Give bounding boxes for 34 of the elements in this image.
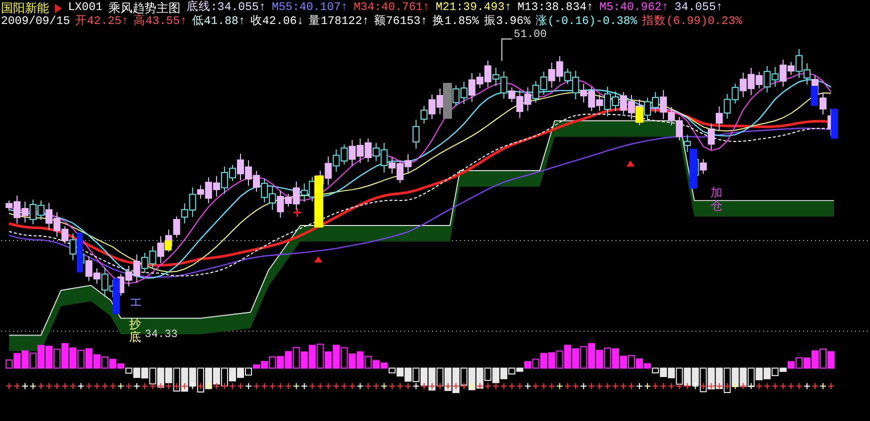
indicator-value: 底线:34.055↑ [186,1,266,15]
quote-field: 高43.55↑ [133,15,187,29]
quote-field: 额76153↑ [374,15,428,29]
stock-name: 国阳新能 [1,1,49,15]
quote-date: 2009/09/15 [1,15,70,29]
highlight-bar [164,240,172,250]
high-marker-drawing [501,38,512,62]
quote-field: 量178122↑ [308,15,370,29]
quote-field: 开42.25↑ [75,15,128,29]
high-price-label: 51.00 [514,29,547,41]
highlight-bar [76,232,83,272]
quote-field: 涨(-0.16)-0.38% [535,15,638,29]
indicator-title: 乘风趋势主图 [108,1,181,15]
highlight-bar [636,106,644,123]
triangle-icon [55,4,62,12]
quote-field: 指数(6.99)0.23% [642,15,742,29]
indicator-value: M34:40.761↑ [354,1,430,14]
indicator-value: 34.055↑ [674,1,723,15]
buy-signal-label: 抄底 [128,317,141,344]
highlight-bar [314,176,324,228]
highlight-bar [811,86,818,106]
highlight-bar [689,148,698,189]
low-price-label: 34.33 [144,329,178,342]
indicator-value: M13:38.834↑ [518,1,594,14]
quote-field: 收42.06↓ [250,15,304,29]
highlight-bar [442,82,452,119]
add-signal-label: 加仓 [710,186,722,213]
indicator-value: M5:40.962↑ [599,1,668,14]
quote-field: 换1.85% [432,15,479,29]
quote-field: 振3.96% [484,15,530,29]
indicator-value: M55:40.107↑ [272,1,348,15]
formula-code: LX001 [68,1,103,15]
indicator-value: M21:39.493↑ [436,1,512,14]
quote-field: 低41.88↑ [192,15,246,29]
